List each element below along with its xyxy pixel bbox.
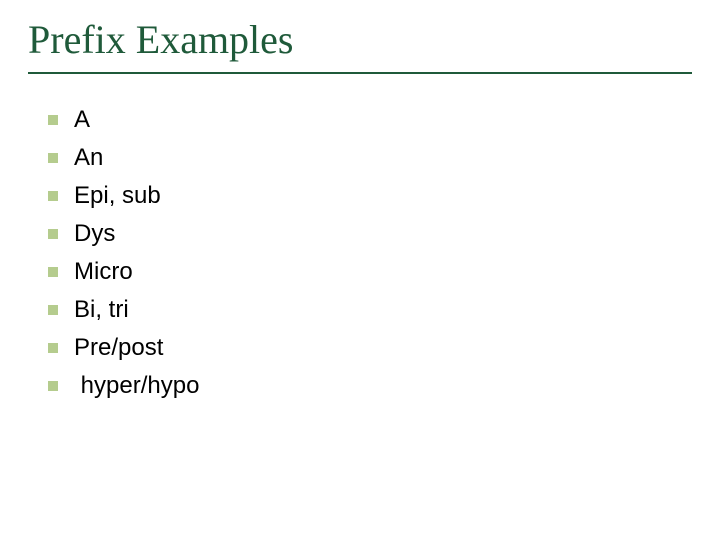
slide-title: Prefix Examples (28, 16, 294, 63)
square-bullet-icon (48, 115, 58, 125)
list-item: hyper/hypo (48, 372, 199, 400)
title-underline (28, 72, 692, 74)
square-bullet-icon (48, 381, 58, 391)
list-item-label: Micro (74, 258, 133, 286)
list-item: Dys (48, 220, 199, 248)
list-item: An (48, 144, 199, 172)
square-bullet-icon (48, 153, 58, 163)
list-item-label: An (74, 144, 103, 172)
square-bullet-icon (48, 267, 58, 277)
bullet-list: A An Epi, sub Dys Micro Bi, tri Pre/post (48, 106, 199, 410)
list-item-label: Epi, sub (74, 182, 161, 210)
slide: Prefix Examples A An Epi, sub Dys Micro … (0, 0, 720, 540)
square-bullet-icon (48, 305, 58, 315)
list-item: Pre/post (48, 334, 199, 362)
list-item-label: A (74, 106, 90, 134)
list-item: Micro (48, 258, 199, 286)
list-item: Epi, sub (48, 182, 199, 210)
square-bullet-icon (48, 229, 58, 239)
list-item-label: hyper/hypo (74, 372, 199, 400)
square-bullet-icon (48, 191, 58, 201)
list-item: A (48, 106, 199, 134)
list-item-label: Dys (74, 220, 115, 248)
list-item-label: Pre/post (74, 334, 163, 362)
list-item-label: Bi, tri (74, 296, 129, 324)
list-item: Bi, tri (48, 296, 199, 324)
square-bullet-icon (48, 343, 58, 353)
